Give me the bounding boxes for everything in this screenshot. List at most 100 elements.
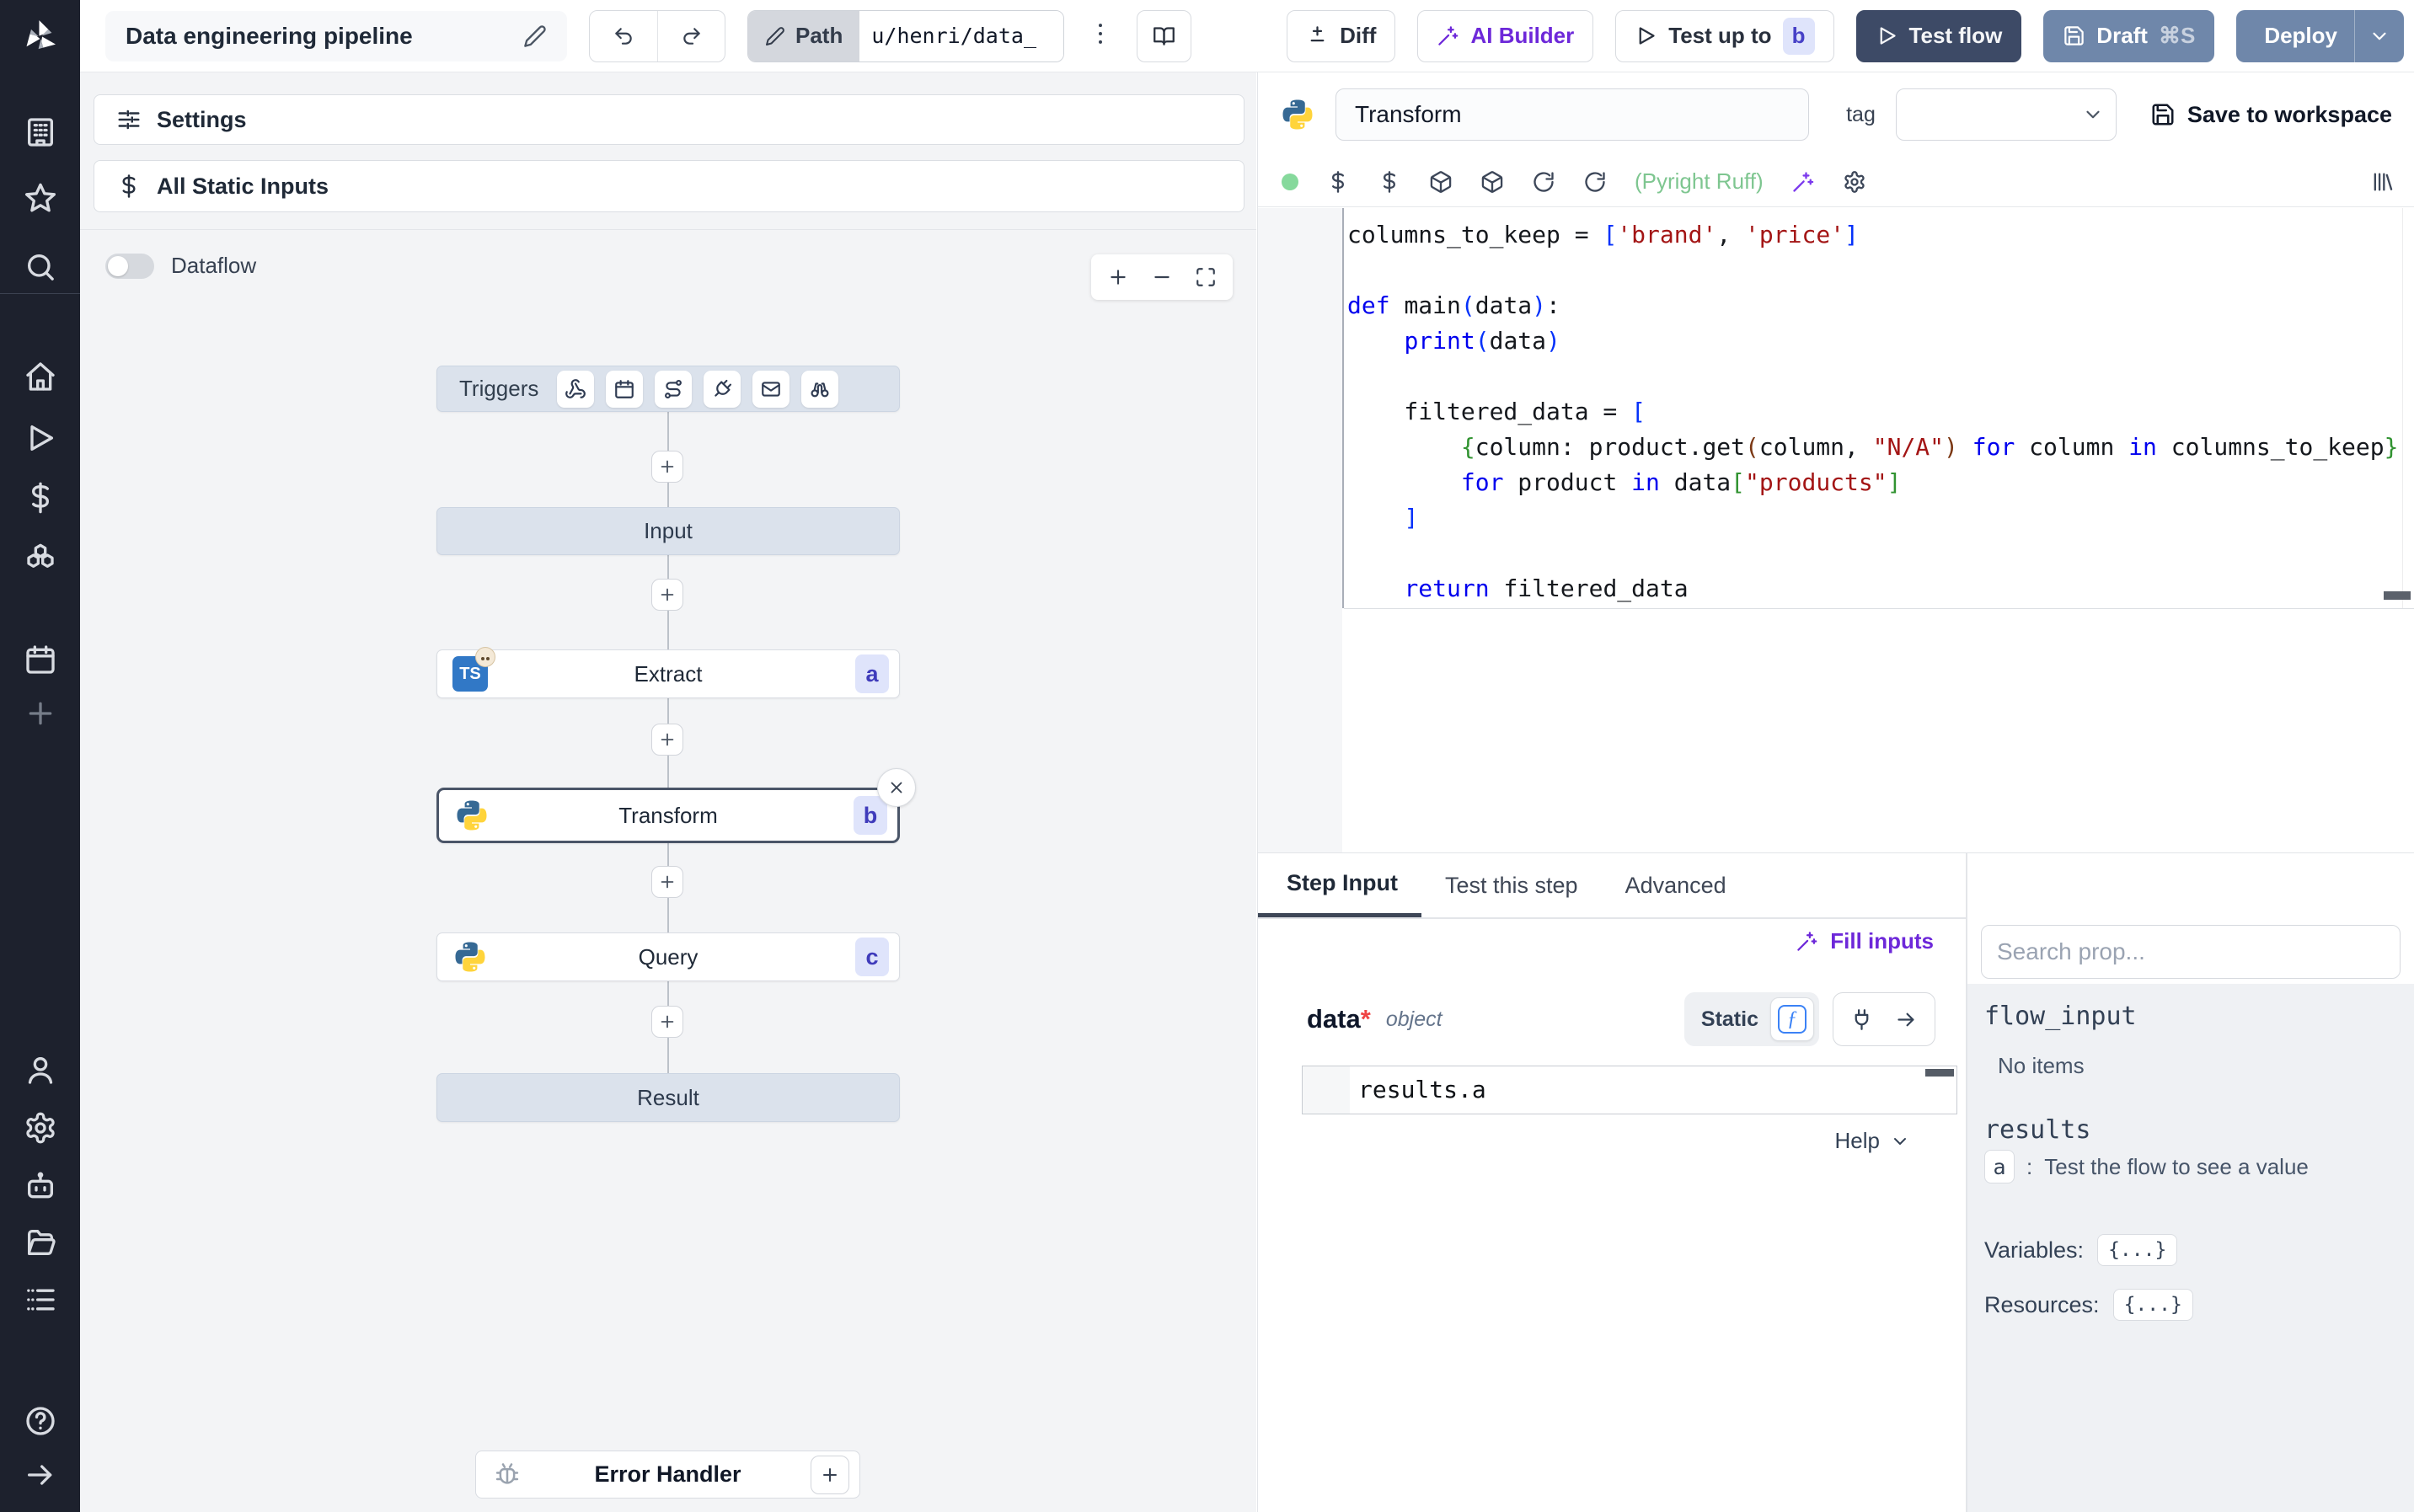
- flow-input-section[interactable]: flow_input: [1984, 1002, 2137, 1031]
- save-to-workspace-button[interactable]: Save to workspace: [2150, 102, 2392, 128]
- deploy-button[interactable]: Deploy: [2236, 10, 2354, 62]
- schedule-icon[interactable]: [606, 370, 644, 408]
- settings-gear-icon[interactable]: [24, 1111, 57, 1145]
- dataflow-toggle[interactable]: [105, 253, 154, 279]
- help-icon[interactable]: [24, 1404, 57, 1438]
- add-error-handler-button[interactable]: [811, 1455, 849, 1494]
- diff-button[interactable]: Diff: [1287, 9, 1396, 62]
- edit-title-pencil-icon[interactable]: [523, 24, 547, 48]
- insert-step-button[interactable]: [651, 866, 683, 898]
- path-button[interactable]: Path: [748, 10, 860, 61]
- draft-button[interactable]: Draft ⌘S: [2043, 9, 2215, 62]
- email-icon[interactable]: [752, 370, 790, 408]
- test-up-to-button[interactable]: Test up to b: [1615, 9, 1834, 62]
- arrow-right-icon[interactable]: [1895, 1008, 1918, 1031]
- route-icon[interactable]: [655, 370, 693, 408]
- code-vertical-scrollbar[interactable]: [2402, 208, 2403, 608]
- resources-value-badge[interactable]: {...}: [2112, 1289, 2193, 1321]
- resources-dollar-icon[interactable]: [1378, 170, 1401, 194]
- variables-value-badge[interactable]: {...}: [2097, 1234, 2178, 1266]
- path-input[interactable]: [859, 10, 1064, 61]
- zoom-out-button[interactable]: [1143, 259, 1180, 296]
- query-step-node[interactable]: Query c: [436, 932, 900, 981]
- triggers-label: Triggers: [459, 376, 539, 401]
- save-icon: [2064, 26, 2085, 45]
- tab-test-this-step[interactable]: Test this step: [1421, 853, 1602, 917]
- expand-sidebar-arrow-icon[interactable]: [24, 1458, 57, 1492]
- expression-value[interactable]: results.a: [1350, 1066, 1956, 1114]
- prop-search-input[interactable]: [1981, 925, 2401, 979]
- zoom-in-button[interactable]: [1100, 259, 1137, 296]
- plus-icon: [661, 1015, 674, 1028]
- ai-wand-icon: [1797, 932, 1817, 951]
- delete-step-button[interactable]: [877, 768, 916, 807]
- flow-title[interactable]: Data engineering pipeline: [105, 10, 567, 61]
- logs-list-icon[interactable]: [24, 1283, 57, 1317]
- favorites-star-icon[interactable]: [24, 182, 57, 216]
- insert-step-button[interactable]: [651, 579, 683, 611]
- expression-scrollbar-thumb: [1925, 1069, 1954, 1077]
- plus-icon: [661, 875, 674, 889]
- package-icon[interactable]: [1480, 170, 1504, 194]
- reload-icon[interactable]: [1532, 170, 1555, 194]
- dataflow-toggle-row: Dataflow: [105, 253, 256, 279]
- docs-button[interactable]: [1137, 9, 1192, 62]
- insert-step-button[interactable]: [651, 1006, 683, 1038]
- schedules-calendar-icon[interactable]: [24, 643, 57, 676]
- extract-step-node[interactable]: TS Extract a: [436, 647, 900, 698]
- resources-boxes-icon[interactable]: [24, 542, 57, 576]
- plug-icon[interactable]: [1850, 1008, 1873, 1031]
- tab-advanced[interactable]: Advanced: [1602, 853, 1750, 917]
- step-name-input[interactable]: [1335, 88, 1809, 141]
- fit-view-button[interactable]: [1187, 259, 1224, 296]
- ai-wand-icon[interactable]: [1791, 170, 1815, 194]
- error-handler-node[interactable]: Error Handler: [475, 1451, 860, 1499]
- fill-inputs-button[interactable]: Fill inputs: [1796, 928, 1934, 954]
- help-dropdown[interactable]: Help: [1835, 1128, 1910, 1154]
- folders-icon[interactable]: [24, 1226, 57, 1259]
- deploy-options-button[interactable]: [2354, 9, 2404, 62]
- variables-row: Variables: {...}: [1984, 1234, 2178, 1266]
- path-pencil-icon: [766, 26, 784, 45]
- javascript-expression-mode-button[interactable]: ƒ: [1770, 997, 1814, 1041]
- flow-settings-button[interactable]: Settings: [94, 94, 1244, 145]
- variables-dollar-icon[interactable]: [24, 481, 57, 515]
- users-icon[interactable]: [24, 1053, 57, 1087]
- plug-icon[interactable]: [704, 370, 741, 408]
- code-horizontal-scrollbar-thumb[interactable]: [2384, 591, 2411, 600]
- more-menu-button[interactable]: [1086, 19, 1115, 52]
- expression-editor[interactable]: results.a: [1302, 1066, 1957, 1114]
- add-plus-icon[interactable]: [24, 697, 57, 730]
- package-icon[interactable]: [1429, 170, 1453, 194]
- workspace-icon[interactable]: [24, 115, 57, 149]
- transform-step-node-selected[interactable]: Transform b: [436, 768, 916, 843]
- insert-step-button[interactable]: [651, 451, 683, 483]
- triggers-node[interactable]: Triggers: [436, 366, 900, 412]
- poll-icon[interactable]: [801, 370, 839, 408]
- input-node[interactable]: Input: [436, 507, 900, 555]
- redo-button[interactable]: [657, 10, 725, 61]
- result-key-badge[interactable]: a: [1984, 1150, 2015, 1183]
- variables-dollar-icon[interactable]: [1326, 170, 1350, 194]
- reload-icon[interactable]: [1583, 170, 1607, 194]
- ai-builder-button[interactable]: AI Builder: [1417, 9, 1594, 62]
- tag-select[interactable]: [1895, 88, 2117, 141]
- test-flow-button[interactable]: Test flow: [1855, 9, 2022, 62]
- code-editor[interactable]: columns_to_keep = ['brand', 'price'] def …: [1347, 217, 2401, 606]
- library-icon[interactable]: [2370, 170, 2394, 194]
- webhook-icon[interactable]: [557, 370, 595, 408]
- windmill-logo-icon[interactable]: [19, 15, 62, 59]
- home-icon[interactable]: [24, 360, 57, 393]
- static-toggle[interactable]: Static ƒ: [1683, 992, 1819, 1046]
- editor-settings-gear-icon[interactable]: [1843, 170, 1866, 194]
- all-static-inputs-button[interactable]: All Static Inputs: [94, 160, 1244, 212]
- tab-step-input[interactable]: Step Input: [1258, 853, 1421, 917]
- result-node[interactable]: Result: [436, 1073, 900, 1122]
- search-icon[interactable]: [24, 250, 57, 284]
- workers-bot-icon[interactable]: [24, 1170, 57, 1204]
- undo-button[interactable]: [590, 11, 657, 61]
- runs-play-icon[interactable]: [24, 421, 57, 455]
- fill-inputs-label: Fill inputs: [1830, 928, 1934, 954]
- insert-step-button[interactable]: [651, 724, 683, 756]
- results-section[interactable]: results: [1984, 1115, 2090, 1145]
